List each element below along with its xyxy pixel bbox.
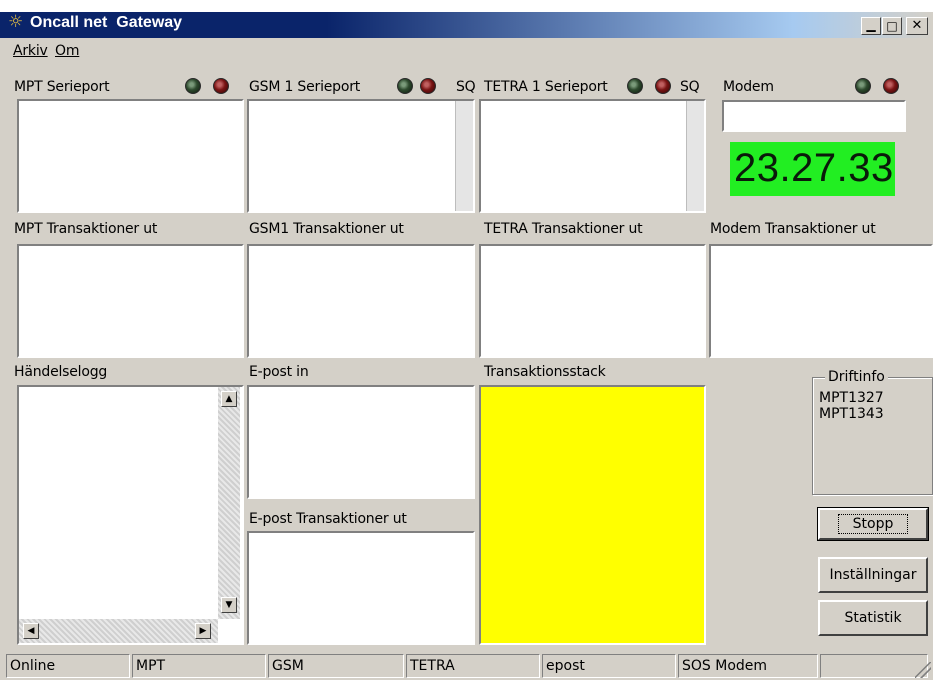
- email-in-log[interactable]: [247, 385, 475, 499]
- status-sos-modem: SOS Modem: [678, 654, 818, 678]
- minimize-button[interactable]: ▁: [861, 17, 881, 35]
- driftinfo-line-2: MPT1343: [819, 406, 884, 422]
- statistics-button-label: Statistik: [844, 610, 902, 626]
- modem-tx-label: Modem Transaktioner ut: [710, 221, 876, 237]
- tetra-tx-log[interactable]: [479, 244, 706, 358]
- email-tx-log[interactable]: [247, 531, 475, 645]
- clock-display: 23.27.33: [730, 142, 895, 196]
- stop-button-label: Stopp: [837, 514, 909, 534]
- gsm-status-red-led: [420, 78, 436, 94]
- stop-button[interactable]: Stopp: [817, 507, 929, 541]
- modem-status-green-led: [855, 78, 871, 94]
- tetra-sq-label: SQ: [680, 79, 700, 95]
- tetra-sq-meter: [686, 101, 704, 211]
- scroll-up-arrow-icon[interactable]: ▲: [221, 391, 237, 407]
- gsm-sq-meter: [455, 101, 473, 211]
- driftinfo-line-1: MPT1327: [819, 390, 884, 406]
- maximize-button[interactable]: □: [882, 17, 902, 35]
- window-title: Oncall net Gateway: [30, 14, 183, 31]
- modem-input-field[interactable]: [722, 100, 906, 132]
- menu-item-arkiv[interactable]: Arkiv: [13, 43, 48, 59]
- tetra-tx-label: TETRA Transaktioner ut: [484, 221, 643, 237]
- title-bar[interactable]: ☼ Oncall net Gateway ▁ □ ✕: [0, 0, 933, 38]
- driftinfo-group: Driftinfo MPT1327 MPT1343: [812, 369, 933, 495]
- modem-label: Modem: [723, 79, 774, 95]
- status-online: Online: [6, 654, 130, 678]
- close-button[interactable]: ✕: [906, 17, 928, 35]
- email-in-label: E-post in: [249, 364, 309, 380]
- gsm-sq-label: SQ: [456, 79, 476, 95]
- gsm-serial-label: GSM 1 Serieport: [249, 79, 361, 95]
- gsm-tx-log[interactable]: [247, 244, 475, 358]
- mpt-tx-log[interactable]: [17, 244, 244, 358]
- transaction-stack[interactable]: [479, 385, 706, 645]
- status-mpt: MPT: [132, 654, 266, 678]
- tetra-status-red-led: [655, 78, 671, 94]
- gsm-status-green-led: [397, 78, 413, 94]
- modem-status-red-led: [883, 78, 899, 94]
- statistics-button[interactable]: Statistik: [818, 600, 928, 636]
- menu-item-om[interactable]: Om: [55, 43, 79, 59]
- tx-stack-label: Transaktionsstack: [484, 364, 606, 380]
- mpt-serial-label: MPT Serieport: [14, 79, 110, 95]
- status-extra: [820, 654, 928, 678]
- eventlog-vscrollbar[interactable]: ▲ ▼: [218, 387, 240, 619]
- menu-bar: Arkiv Om: [0, 40, 933, 64]
- settings-button-label: Inställningar: [829, 567, 917, 583]
- email-tx-label: E-post Transaktioner ut: [249, 511, 407, 527]
- gsm-tx-label: GSM1 Transaktioner ut: [249, 221, 404, 237]
- clock-text: 23.27.33: [734, 146, 894, 190]
- tetra-status-green-led: [627, 78, 643, 94]
- mpt-status-green-led: [185, 78, 201, 94]
- status-tetra: TETRA: [406, 654, 540, 678]
- eventlog-label: Händelselogg: [14, 364, 108, 380]
- status-epost: epost: [542, 654, 676, 678]
- tetra-serial-label: TETRA 1 Serieport: [484, 79, 608, 95]
- scroll-right-arrow-icon[interactable]: ▶: [195, 623, 211, 639]
- scroll-left-arrow-icon[interactable]: ◀: [23, 623, 39, 639]
- modem-tx-log[interactable]: [709, 244, 933, 358]
- mpt-status-red-led: [213, 78, 229, 94]
- gsm-serial-log[interactable]: [247, 99, 475, 213]
- eventlog-hscrollbar[interactable]: ◀ ▶: [19, 619, 218, 643]
- driftinfo-title: Driftinfo: [825, 369, 888, 385]
- status-gsm: GSM: [268, 654, 404, 678]
- mpt-tx-label: MPT Transaktioner ut: [14, 221, 158, 237]
- app-icon: ☼: [8, 12, 24, 32]
- resize-grip-icon[interactable]: [915, 662, 931, 678]
- eventlog-list[interactable]: ▲ ▼ ◀ ▶: [17, 385, 244, 645]
- scroll-down-arrow-icon[interactable]: ▼: [221, 597, 237, 613]
- tetra-serial-log[interactable]: [479, 99, 706, 213]
- mpt-serial-log[interactable]: [17, 99, 244, 213]
- settings-button[interactable]: Inställningar: [818, 557, 928, 593]
